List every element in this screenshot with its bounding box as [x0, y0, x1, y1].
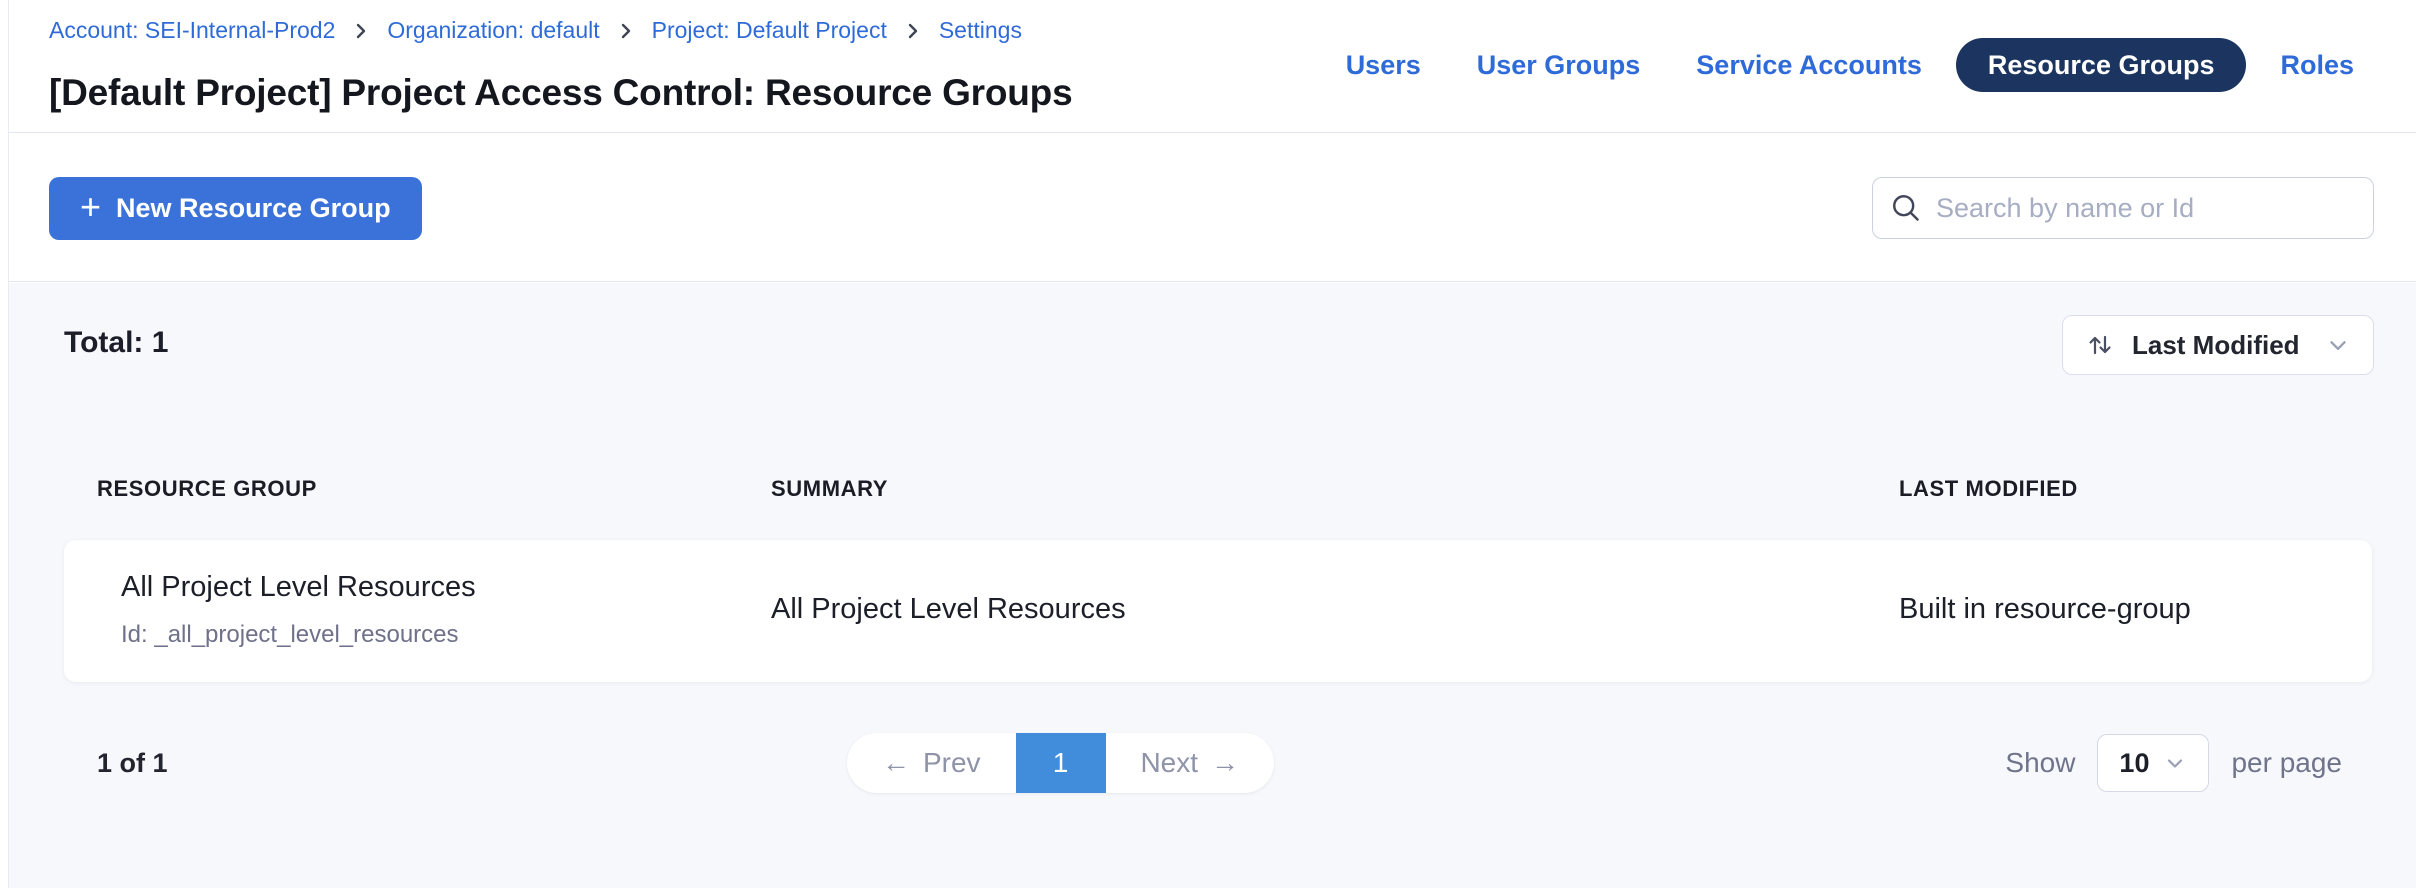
- pagination-bar: 1 of 1 ← Prev 1 Next → Show 10: [64, 733, 2372, 793]
- chevron-down-icon: [2163, 751, 2187, 775]
- sort-arrows-icon: [2085, 330, 2115, 360]
- arrow-right-icon: →: [1211, 749, 1239, 777]
- search-input[interactable]: [1936, 193, 2355, 224]
- column-header-last-modified: LAST MODIFIED: [1899, 476, 2078, 502]
- breadcrumb-project-link[interactable]: Project: Default Project: [652, 17, 887, 44]
- sort-dropdown-value: Last Modified: [2132, 330, 2308, 361]
- next-page-label: Next: [1140, 747, 1198, 779]
- breadcrumb-account-link[interactable]: Account: SEI-Internal-Prod2: [49, 17, 335, 44]
- breadcrumb: Account: SEI-Internal-Prod2 Organization…: [49, 17, 1022, 44]
- table-row[interactable]: All Project Level Resources Id: _all_pro…: [64, 540, 2372, 682]
- page-title: [Default Project] Project Access Control…: [49, 72, 1072, 114]
- resource-group-summary: All Project Level Resources: [771, 593, 1126, 626]
- page-size-select[interactable]: 10: [2097, 734, 2209, 792]
- per-page-label: per page: [2231, 747, 2342, 779]
- content-area: Total: 1 Last Modified RESOURCE GROUP SU…: [9, 283, 2416, 888]
- next-page-button[interactable]: Next →: [1106, 733, 1275, 793]
- current-page-button[interactable]: 1: [1016, 733, 1106, 793]
- plus-icon: +: [80, 189, 101, 225]
- chevron-right-icon: [904, 22, 922, 40]
- breadcrumb-settings-link[interactable]: Settings: [939, 17, 1022, 44]
- column-header-resource-group: RESOURCE GROUP: [97, 476, 317, 502]
- resource-group-last-modified: Built in resource-group: [1899, 593, 2191, 626]
- tab-users[interactable]: Users: [1324, 38, 1443, 92]
- total-count-label: Total: 1: [64, 326, 168, 360]
- column-header-summary: SUMMARY: [771, 476, 888, 502]
- tab-user-groups[interactable]: User Groups: [1455, 38, 1663, 92]
- new-resource-group-button[interactable]: + New Resource Group: [49, 177, 422, 240]
- resource-group-name: All Project Level Resources: [121, 571, 476, 604]
- chevron-right-icon: [352, 22, 370, 40]
- pager: ← Prev 1 Next →: [847, 733, 1274, 793]
- access-control-tabs: Users User Groups Service Accounts Resou…: [1324, 38, 2376, 92]
- prev-page-button[interactable]: ← Prev: [847, 733, 1016, 793]
- resource-groups-page: Account: SEI-Internal-Prod2 Organization…: [0, 0, 2416, 888]
- search-icon: [1891, 193, 1921, 223]
- tab-service-accounts[interactable]: Service Accounts: [1674, 38, 1944, 92]
- tab-resource-groups[interactable]: Resource Groups: [1956, 38, 2247, 92]
- toolbar: + New Resource Group: [9, 134, 2416, 282]
- chevron-down-icon: [2325, 332, 2351, 358]
- new-resource-group-button-label: New Resource Group: [116, 193, 391, 224]
- tab-roles[interactable]: Roles: [2258, 38, 2376, 92]
- show-label: Show: [2005, 747, 2075, 779]
- page-header: Account: SEI-Internal-Prod2 Organization…: [9, 0, 2416, 133]
- page-range-label: 1 of 1: [97, 733, 168, 793]
- table-header-row: RESOURCE GROUP SUMMARY LAST MODIFIED: [64, 476, 2372, 506]
- chevron-right-icon: [617, 22, 635, 40]
- search-box: [1872, 177, 2374, 239]
- page-size-group: Show 10 per page: [2005, 733, 2342, 793]
- sort-dropdown[interactable]: Last Modified: [2062, 315, 2374, 375]
- breadcrumb-organization-link[interactable]: Organization: default: [387, 17, 599, 44]
- page-size-value: 10: [2119, 748, 2149, 779]
- prev-page-label: Prev: [923, 747, 981, 779]
- arrow-left-icon: ←: [882, 749, 910, 777]
- resource-group-id: Id: _all_project_level_resources: [121, 621, 459, 649]
